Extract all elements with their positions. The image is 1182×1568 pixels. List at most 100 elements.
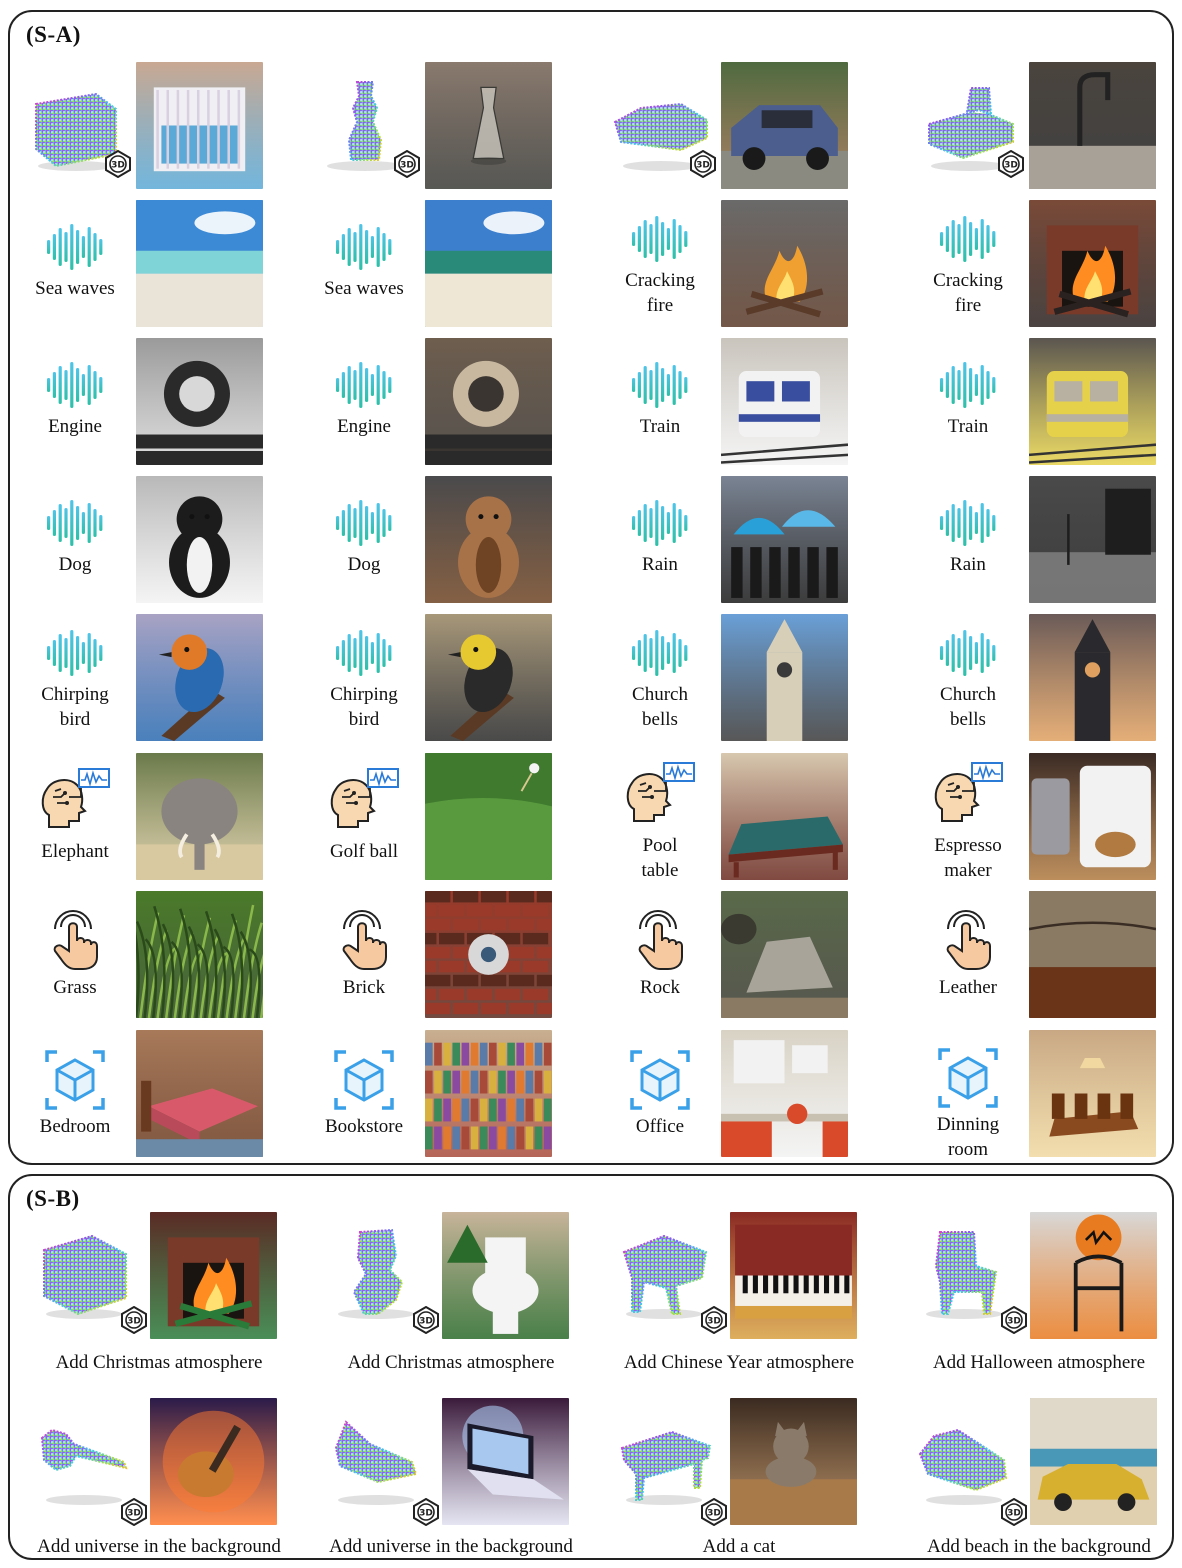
generated-image bbox=[721, 476, 848, 603]
sb-cell-1-2: 3D Add a cat bbox=[608, 1398, 878, 1568]
touch-icon bbox=[53, 910, 98, 970]
audio-wave-icon bbox=[632, 216, 688, 262]
sa-cell-7-2: Office bbox=[607, 1030, 867, 1160]
sb-cell-1-1: 3D Add universe in the background bbox=[320, 1398, 590, 1568]
audio-wave-icon bbox=[940, 630, 996, 676]
modality-icon-group: Elephant bbox=[10, 767, 140, 864]
audio-wave-icon bbox=[47, 362, 103, 408]
audio-wave-icon bbox=[940, 362, 996, 408]
condition-label: Dog bbox=[58, 554, 92, 575]
generated-image bbox=[721, 62, 848, 189]
sa-cell-3-0: Dog bbox=[22, 476, 282, 606]
audio-wave-icon bbox=[336, 500, 392, 546]
generated-image bbox=[1029, 476, 1156, 603]
generated-image bbox=[1029, 62, 1156, 189]
point-cloud-icon bbox=[918, 1428, 1008, 1505]
condition-label: Train bbox=[947, 416, 989, 437]
3d-badge-icon: 3D bbox=[394, 150, 420, 178]
condition-label: Church bells bbox=[632, 684, 688, 730]
point-cloud-icon bbox=[40, 1428, 128, 1505]
sa-cell-2-1: Engine bbox=[311, 338, 571, 468]
generated-image bbox=[136, 614, 263, 741]
3d-badge-icon: 3D bbox=[121, 1306, 147, 1334]
sb-cell-0-1: 3D Add Christmas atmosphere bbox=[320, 1212, 590, 1382]
generated-image bbox=[425, 1030, 552, 1157]
brain-signal-icon bbox=[934, 762, 1003, 822]
audio-wave-icon bbox=[336, 630, 392, 676]
3d-scene-icon bbox=[45, 1050, 105, 1110]
3d-badge-icon: 3D bbox=[1001, 1498, 1027, 1526]
sa-cell-5-3: Espresso maker bbox=[915, 753, 1175, 883]
generated-image bbox=[1029, 891, 1156, 1018]
edit-instruction-caption: Add universe in the background bbox=[37, 1536, 281, 1557]
sa-cell-3-2: Rain bbox=[607, 476, 867, 606]
generated-image bbox=[136, 200, 263, 327]
edit-instruction-caption: Add Christmas atmosphere bbox=[347, 1352, 555, 1373]
sb-cell-1-0: 3D Add universe in the background bbox=[28, 1398, 298, 1568]
touch-icon bbox=[638, 910, 683, 970]
generated-image bbox=[721, 1030, 848, 1157]
generated-image bbox=[1029, 338, 1156, 465]
modality-icon-group: Cracking fire bbox=[903, 214, 1033, 318]
edit-instruction-caption: Add Christmas atmosphere bbox=[55, 1352, 263, 1373]
modality-icon-group: Grass bbox=[10, 909, 140, 1000]
sa-cell-2-2: Train bbox=[607, 338, 867, 468]
condition-label: Cracking fire bbox=[933, 270, 1003, 316]
modality-icon-group: Engine bbox=[299, 360, 429, 439]
svg-text:3D: 3D bbox=[707, 1509, 721, 1519]
3d-badge-icon: 3D bbox=[701, 1306, 727, 1334]
edited-image bbox=[730, 1212, 857, 1339]
sa-cell-2-0: Engine bbox=[22, 338, 282, 468]
panel-sa: (S-A) 3D 3D 3D 3D Sea waves Sea waves Cracking… bbox=[8, 10, 1174, 1165]
point-cloud-icon bbox=[338, 1228, 414, 1319]
generated-image bbox=[1029, 614, 1156, 741]
touch-icon bbox=[946, 910, 991, 970]
audio-wave-icon bbox=[336, 224, 392, 270]
brain-signal-icon bbox=[626, 762, 695, 822]
svg-text:3D: 3D bbox=[1007, 1509, 1021, 1519]
3d-badge-icon: 3D bbox=[413, 1306, 439, 1334]
generated-image bbox=[425, 891, 552, 1018]
3d-scene-icon bbox=[938, 1048, 998, 1108]
edited-image bbox=[730, 1398, 857, 1525]
modality-icon-group: Dog bbox=[299, 498, 429, 577]
condition-label: Rock bbox=[639, 977, 681, 998]
condition-label: Brick bbox=[342, 977, 386, 998]
sa-cell-6-3: Leather bbox=[915, 891, 1175, 1021]
sa-cell-1-0: Sea waves bbox=[22, 200, 282, 330]
condition-label: Engine bbox=[337, 416, 391, 437]
svg-text:3D: 3D bbox=[1007, 1317, 1021, 1327]
condition-label: Elephant bbox=[41, 841, 109, 862]
3d-scene-icon bbox=[630, 1050, 690, 1110]
audio-wave-icon bbox=[47, 630, 103, 676]
audio-wave-icon bbox=[47, 224, 103, 270]
edited-image bbox=[442, 1398, 569, 1525]
modality-icon-group: Church bells bbox=[903, 628, 1033, 732]
edited-image bbox=[150, 1398, 277, 1525]
condition-label: Bedroom bbox=[39, 1116, 111, 1137]
svg-text:3D: 3D bbox=[400, 161, 414, 171]
svg-text:3D: 3D bbox=[1004, 161, 1018, 171]
audio-wave-icon bbox=[940, 500, 996, 546]
3d-badge-icon: 3D bbox=[701, 1498, 727, 1526]
panel-sa-title: (S-A) bbox=[26, 22, 81, 47]
sa-cell-6-0: Grass bbox=[22, 891, 282, 1021]
svg-text:3D: 3D bbox=[127, 1509, 141, 1519]
sa-cell-1-3: Cracking fire bbox=[915, 200, 1175, 330]
condition-label: Chirping bird bbox=[330, 684, 398, 730]
sa-cell-0-3: 3D bbox=[915, 62, 1175, 192]
condition-label: Church bells bbox=[940, 684, 996, 730]
svg-text:3D: 3D bbox=[707, 1317, 721, 1327]
audio-wave-icon bbox=[632, 362, 688, 408]
edit-instruction-caption: Add beach in the background bbox=[927, 1536, 1151, 1557]
condition-label: Golf ball bbox=[329, 841, 399, 862]
3d-badge-icon: 3D bbox=[690, 150, 716, 178]
modality-icon-group: Office bbox=[595, 1050, 725, 1139]
svg-text:3D: 3D bbox=[419, 1509, 433, 1519]
generated-image bbox=[136, 338, 263, 465]
modality-icon-group: Chirping bird bbox=[10, 628, 140, 732]
sa-cell-7-1: Bookstore bbox=[311, 1030, 571, 1160]
audio-wave-icon bbox=[940, 216, 996, 262]
condition-label: Leather bbox=[938, 977, 997, 998]
audio-wave-icon bbox=[336, 362, 392, 408]
